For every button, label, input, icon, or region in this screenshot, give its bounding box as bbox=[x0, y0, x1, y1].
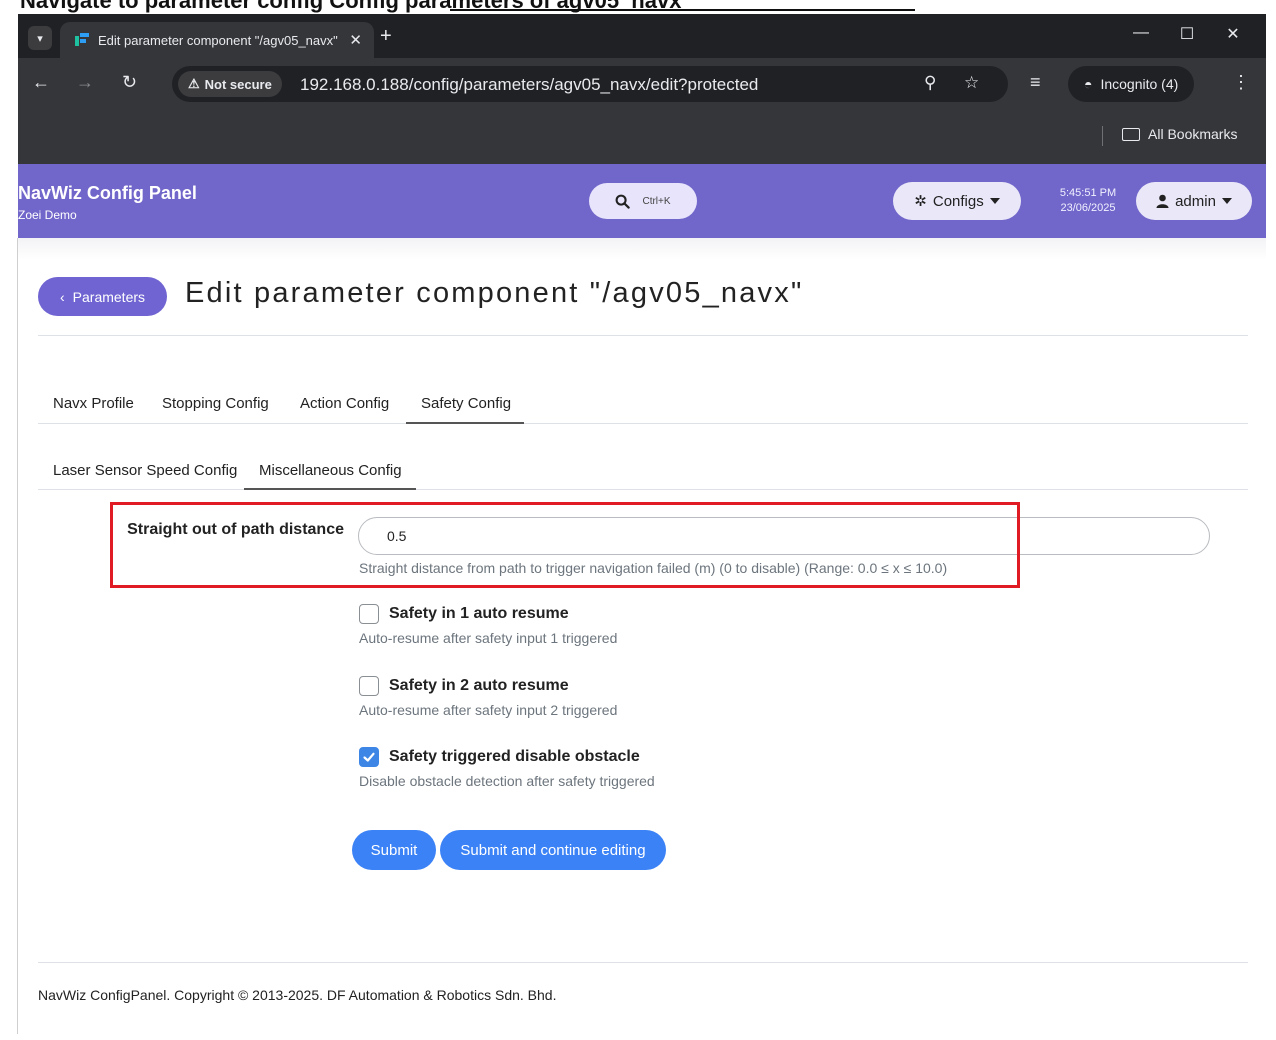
user-name: admin bbox=[1175, 192, 1216, 210]
safety-disable-obstacle-help: Disable obstacle detection after safety … bbox=[359, 773, 655, 789]
maximize-icon[interactable]: ☐ bbox=[1164, 24, 1210, 44]
user-icon bbox=[1156, 194, 1169, 208]
address-bar[interactable]: ⚠ Not secure 192.168.0.188/config/parame… bbox=[172, 66, 1008, 102]
url-text[interactable]: 192.168.0.188/config/parameters/agv05_na… bbox=[300, 75, 758, 95]
caption-underline bbox=[450, 9, 915, 11]
zoom-icon[interactable]: ⚲ bbox=[924, 73, 936, 93]
clock-time: 5:45:51 PM bbox=[1059, 187, 1117, 199]
subtab-miscellaneous[interactable]: Miscellaneous Config bbox=[259, 462, 402, 479]
clock-date: 23/06/2025 bbox=[1060, 202, 1116, 214]
not-secure-chip[interactable]: ⚠ Not secure bbox=[178, 71, 282, 97]
all-bookmarks-label: All Bookmarks bbox=[1148, 126, 1238, 142]
chevron-down-icon bbox=[989, 198, 1000, 204]
bookmark-star-icon[interactable]: ☆ bbox=[964, 73, 979, 93]
subtab-laser-sensor-speed[interactable]: Laser Sensor Speed Config bbox=[53, 462, 237, 479]
safety-disable-obstacle-checkbox[interactable] bbox=[359, 747, 379, 767]
not-secure-label: Not secure bbox=[204, 76, 272, 92]
checkbox-safety-in-2: Safety in 2 auto resume Auto-resume afte… bbox=[359, 676, 617, 718]
safety-disable-obstacle-label[interactable]: Safety triggered disable obstacle bbox=[389, 748, 640, 766]
incognito-label: Incognito (4) bbox=[1100, 76, 1179, 92]
gear-icon: ✲ bbox=[914, 193, 927, 210]
active-tab-indicator bbox=[406, 422, 524, 424]
browser-tab[interactable]: Edit parameter component "/agv05_navx" ✕ bbox=[60, 22, 374, 58]
incognito-button[interactable]: ◓ Incognito (4) bbox=[1068, 66, 1195, 102]
search-icon bbox=[616, 194, 631, 209]
page-title: Edit parameter component "/agv05_navx" bbox=[185, 277, 804, 309]
tab-safety-config[interactable]: Safety Config bbox=[421, 395, 511, 412]
browser-toolbar: ← → ↻ ⚠ Not secure 192.168.0.188/config/… bbox=[18, 58, 1266, 110]
chevron-down-icon bbox=[1221, 198, 1232, 204]
checkbox-safety-disable-obstacle: Safety triggered disable obstacle Disabl… bbox=[359, 747, 655, 789]
minimize-icon[interactable]: — bbox=[1118, 24, 1164, 44]
configs-label: Configs bbox=[932, 192, 984, 210]
submit-button[interactable]: Submit bbox=[352, 830, 436, 870]
safety-in-1-checkbox[interactable] bbox=[359, 604, 379, 624]
back-label: Parameters bbox=[72, 288, 146, 305]
caption-text: Navigate to parameter config Config para… bbox=[20, 0, 682, 13]
window-controls: — ☐ ✕ bbox=[1118, 24, 1256, 44]
chevron-left-icon: ‹ bbox=[59, 288, 65, 305]
tab-action-config[interactable]: Action Config bbox=[300, 395, 389, 412]
safety-in-2-checkbox[interactable] bbox=[359, 676, 379, 696]
back-arrow-icon[interactable]: ← bbox=[32, 72, 50, 93]
new-tab-icon[interactable]: + bbox=[380, 26, 392, 46]
favicon-icon bbox=[74, 32, 90, 48]
footer-divider bbox=[38, 962, 1248, 963]
configs-dropdown[interactable]: ✲ Configs bbox=[893, 182, 1021, 220]
bookmarks-bar: All Bookmarks bbox=[18, 110, 1266, 164]
safety-in-2-help: Auto-resume after safety input 2 trigger… bbox=[359, 702, 618, 718]
folder-icon bbox=[1122, 127, 1140, 141]
brand-title[interactable]: NavWiz Config Panel bbox=[18, 183, 197, 204]
clock: 5:45:51 PM 23/06/2025 bbox=[1048, 186, 1128, 216]
active-subtab-indicator bbox=[244, 488, 416, 490]
sub-tabs: Laser Sensor Speed Config Miscellaneous … bbox=[38, 450, 1248, 490]
checkbox-safety-in-1: Safety in 1 auto resume Auto-resume afte… bbox=[359, 604, 617, 646]
tab-close-icon[interactable]: ✕ bbox=[349, 31, 362, 49]
tab-title: Edit parameter component "/agv05_navx" bbox=[98, 32, 338, 48]
divider bbox=[38, 335, 1248, 336]
safety-in-1-help: Auto-resume after safety input 1 trigger… bbox=[359, 630, 618, 646]
highlight-box bbox=[110, 502, 1020, 588]
brand-subtitle: Zoei Demo bbox=[18, 208, 77, 222]
main-tabs: Navx Profile Stopping Config Action Conf… bbox=[38, 384, 1248, 424]
browser-chrome: ▾ Edit parameter component "/agv05_navx"… bbox=[18, 14, 1266, 164]
search-button[interactable]: Ctrl+K bbox=[589, 183, 697, 219]
close-window-icon[interactable]: ✕ bbox=[1210, 24, 1256, 44]
tab-strip: ▾ Edit parameter component "/agv05_navx"… bbox=[18, 14, 1266, 58]
footer-text: NavWiz ConfigPanel. Copyright © 2013-202… bbox=[38, 987, 557, 1003]
warning-icon: ⚠ bbox=[188, 76, 200, 91]
back-to-parameters-button[interactable]: ‹ Parameters bbox=[38, 277, 167, 316]
top-caption: Navigate to parameter config Config para… bbox=[0, 0, 1276, 14]
submit-continue-button[interactable]: Submit and continue editing bbox=[440, 830, 666, 870]
header-shadow bbox=[18, 238, 1266, 260]
tab-stopping-config[interactable]: Stopping Config bbox=[162, 395, 269, 412]
all-bookmarks-button[interactable]: All Bookmarks bbox=[1122, 126, 1237, 142]
menu-kebab-icon[interactable]: ⋮ bbox=[1232, 72, 1250, 93]
safety-in-1-label[interactable]: Safety in 1 auto resume bbox=[389, 605, 569, 623]
tab-navx-profile[interactable]: Navx Profile bbox=[53, 395, 134, 412]
incognito-icon: ◓ bbox=[1084, 76, 1093, 92]
app-header: NavWiz Config Panel Zoei Demo Ctrl+K ✲ C… bbox=[18, 164, 1266, 238]
reload-icon[interactable]: ↻ bbox=[122, 72, 137, 93]
forward-arrow-icon[interactable]: → bbox=[76, 72, 94, 93]
search-shortcut: Ctrl+K bbox=[642, 195, 671, 207]
bookmarks-separator bbox=[1102, 126, 1103, 146]
safety-in-2-label[interactable]: Safety in 2 auto resume bbox=[389, 677, 569, 695]
tab-search-dropdown-icon[interactable]: ▾ bbox=[28, 26, 52, 50]
user-menu[interactable]: admin bbox=[1136, 182, 1252, 220]
reading-list-icon[interactable]: ≡ bbox=[1030, 72, 1041, 93]
check-icon bbox=[363, 752, 375, 762]
viewport-edge bbox=[17, 238, 18, 1034]
